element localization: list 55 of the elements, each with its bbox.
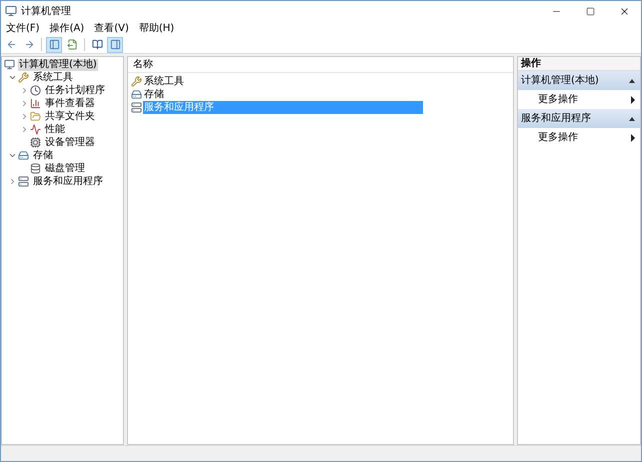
help-icon xyxy=(92,39,102,50)
back-icon xyxy=(6,39,16,50)
app-icon xyxy=(5,5,17,17)
clock-icon xyxy=(30,85,41,96)
tree-item[interactable]: 系统工具 xyxy=(32,72,74,84)
menu-item[interactable]: 操作(A) xyxy=(44,21,90,36)
tree-item[interactable]: 计算机管理(本地) xyxy=(18,58,98,70)
tree-panel-icon xyxy=(48,39,60,50)
disk-icon xyxy=(30,163,41,174)
action-section-header[interactable]: 服务和应用程序 xyxy=(518,109,640,128)
action-section-header[interactable]: 计算机管理(本地) xyxy=(518,71,640,90)
window-title: 计算机管理 xyxy=(21,4,72,18)
column-header[interactable]: 名称 xyxy=(128,57,158,72)
forward-icon xyxy=(24,39,34,50)
list-item[interactable]: 系统工具 xyxy=(143,75,185,88)
tree-item[interactable]: 磁盘管理 xyxy=(44,162,86,174)
section-title: 计算机管理(本地) xyxy=(521,74,600,88)
server-icon xyxy=(18,176,29,187)
collapse-chevron-icon[interactable] xyxy=(8,73,16,82)
tree-item[interactable]: 服务和应用程序 xyxy=(32,176,104,188)
server-icon xyxy=(131,102,142,113)
tree-item[interactable]: 设备管理器 xyxy=(44,136,96,148)
maximize-icon xyxy=(586,6,594,16)
chip-icon xyxy=(30,137,41,148)
tree-panel-button[interactable] xyxy=(46,36,62,52)
drive-icon xyxy=(131,89,142,100)
tree-item[interactable]: 事件查看器 xyxy=(44,98,96,110)
tree-item[interactable]: 共享文件夹 xyxy=(44,110,96,122)
tree-item[interactable]: 性能 xyxy=(44,124,66,136)
actions-header: 操作 xyxy=(518,57,640,71)
tree-item[interactable]: 存储 xyxy=(32,150,54,162)
menu-item[interactable]: 文件(F) xyxy=(1,21,45,36)
submenu-triangle-icon xyxy=(631,96,635,104)
collapse-triangle-icon[interactable] xyxy=(629,78,635,82)
submenu-triangle-icon xyxy=(631,134,635,142)
wrench-icon xyxy=(18,72,29,83)
section-title: 服务和应用程序 xyxy=(521,112,592,126)
action-link[interactable]: 更多操作 xyxy=(538,92,631,107)
chart-icon xyxy=(30,98,41,109)
export-icon xyxy=(66,39,78,50)
wrench-icon xyxy=(131,76,142,87)
close-icon xyxy=(618,6,630,16)
activity-icon xyxy=(30,124,41,135)
collapse-chevron-icon[interactable] xyxy=(8,151,16,160)
drive-icon xyxy=(18,150,29,161)
list-item[interactable]: 存储 xyxy=(143,88,165,101)
computer-icon xyxy=(4,59,15,70)
collapse-triangle-icon[interactable] xyxy=(629,116,635,120)
action-link[interactable]: 更多操作 xyxy=(538,130,631,145)
menu-item[interactable]: 查看(V) xyxy=(89,21,134,36)
menu-item[interactable]: 帮助(H) xyxy=(134,21,180,36)
folder-icon xyxy=(30,111,41,122)
action-pane-button[interactable] xyxy=(107,36,123,52)
action-pane-icon xyxy=(110,39,120,50)
tree-item[interactable]: 任务计划程序 xyxy=(44,84,106,96)
